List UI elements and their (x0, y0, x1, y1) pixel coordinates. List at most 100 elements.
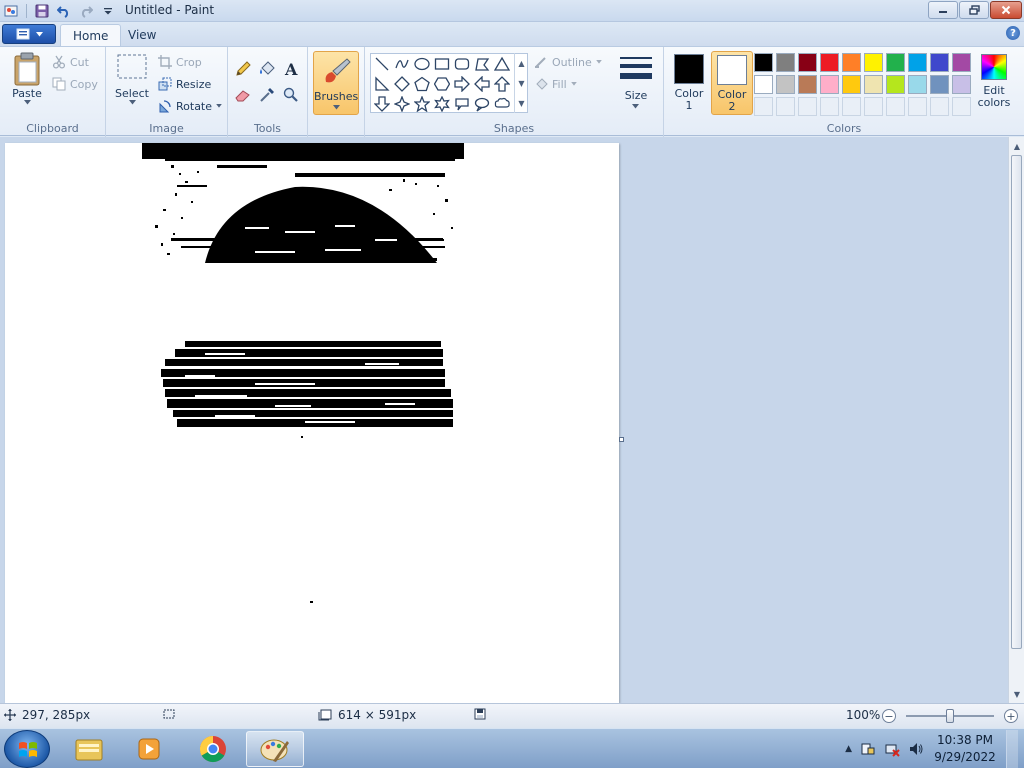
palette-custom-slot[interactable] (820, 97, 839, 116)
palette-custom-slot[interactable] (754, 97, 773, 116)
color1-button[interactable]: Color 1 (668, 51, 710, 115)
brushes-button[interactable]: Brushes (313, 51, 359, 115)
palette-swatch[interactable] (930, 75, 949, 94)
tab-view[interactable]: View (116, 24, 168, 46)
scrollbar-thumb[interactable] (1011, 155, 1022, 649)
palette-swatch[interactable] (864, 53, 883, 72)
palette-swatch[interactable] (820, 75, 839, 94)
palette-swatch[interactable] (798, 75, 817, 94)
diamond-shape[interactable] (392, 74, 412, 94)
shapes-scroll[interactable]: ▲ ▼ ▼ (514, 53, 528, 113)
rounded-callout-shape[interactable] (452, 94, 472, 114)
palette-custom-slot[interactable] (930, 97, 949, 116)
outline-button[interactable]: Outline (534, 53, 602, 71)
six-point-star-shape[interactable] (432, 94, 452, 114)
edit-colors-button[interactable]: Edit colors (976, 51, 1012, 115)
rounded-rectangle-shape[interactable] (452, 54, 472, 74)
taskbar-paint[interactable] (246, 731, 304, 767)
palette-swatch[interactable] (820, 53, 839, 72)
scroll-down-icon[interactable]: ▼ (518, 79, 524, 88)
palette-swatch[interactable] (842, 53, 861, 72)
help-icon[interactable]: ? (1006, 26, 1020, 40)
fill-tool[interactable] (256, 59, 278, 79)
palette-custom-slot[interactable] (952, 97, 971, 116)
down-arrow-shape[interactable] (372, 94, 392, 114)
taskbar-media-player[interactable] (120, 731, 178, 767)
up-arrow-shape[interactable] (492, 74, 512, 94)
copy-button[interactable]: Copy (52, 75, 98, 93)
restore-button[interactable] (959, 1, 989, 19)
rectangle-shape[interactable] (432, 54, 452, 74)
oval-callout-shape[interactable] (472, 94, 492, 114)
scroll-down-arrow-icon[interactable]: ▼ (1009, 686, 1024, 702)
four-point-star-shape[interactable] (392, 94, 412, 114)
curve-shape[interactable] (392, 54, 412, 74)
palette-swatch[interactable] (908, 75, 927, 94)
select-button[interactable]: Select (112, 53, 152, 105)
oval-shape[interactable] (412, 54, 432, 74)
cut-button[interactable]: Cut (52, 53, 89, 71)
palette-swatch[interactable] (798, 53, 817, 72)
crop-button[interactable]: Crop (158, 53, 202, 71)
five-point-star-shape[interactable] (412, 94, 432, 114)
zoom-in-button[interactable]: + (1004, 709, 1018, 723)
text-tool[interactable]: A (280, 59, 302, 79)
palette-swatch[interactable] (952, 53, 971, 72)
pentagon-shape[interactable] (412, 74, 432, 94)
taskbar-clock[interactable]: 10:38 PM 9/29/2022 (932, 732, 998, 766)
expand-gallery-icon[interactable]: ▼ (518, 99, 524, 108)
paint-menu-button[interactable] (2, 24, 56, 44)
redo-icon[interactable] (77, 2, 95, 20)
palette-swatch[interactable] (930, 53, 949, 72)
show-desktop-button[interactable] (1006, 730, 1018, 768)
fill-button[interactable]: Fill (534, 75, 577, 93)
palette-custom-slot[interactable] (908, 97, 927, 116)
eraser-tool[interactable] (232, 85, 254, 105)
action-center-icon[interactable] (860, 741, 876, 757)
zoom-out-button[interactable]: − (882, 709, 896, 723)
palette-swatch[interactable] (842, 75, 861, 94)
palette-swatch[interactable] (754, 53, 773, 72)
palette-swatch[interactable] (908, 53, 927, 72)
resize-button[interactable]: Resize (158, 75, 211, 93)
rotate-button[interactable]: Rotate (158, 97, 222, 115)
palette-swatch[interactable] (754, 75, 773, 94)
color2-button[interactable]: Color 2 (711, 51, 753, 115)
palette-custom-slot[interactable] (864, 97, 883, 116)
pencil-tool[interactable] (232, 59, 254, 79)
taskbar-chrome[interactable] (184, 731, 242, 767)
close-button[interactable] (990, 1, 1022, 19)
palette-custom-slot[interactable] (776, 97, 795, 116)
palette-custom-slot[interactable] (798, 97, 817, 116)
right-triangle-shape[interactable] (372, 74, 392, 94)
paste-button[interactable]: Paste (8, 51, 46, 105)
line-shape[interactable] (372, 54, 392, 74)
palette-swatch[interactable] (864, 75, 883, 94)
show-hidden-icons-icon[interactable]: ▲ (845, 744, 852, 754)
size-button[interactable]: Size (616, 51, 656, 115)
palette-custom-slot[interactable] (842, 97, 861, 116)
scroll-up-icon[interactable]: ▲ (518, 59, 524, 68)
left-arrow-shape[interactable] (472, 74, 492, 94)
palette-swatch[interactable] (952, 75, 971, 94)
palette-swatch[interactable] (886, 53, 905, 72)
right-arrow-shape[interactable] (452, 74, 472, 94)
volume-icon[interactable] (908, 741, 924, 757)
palette-swatch[interactable] (776, 75, 795, 94)
taskbar-explorer[interactable] (60, 731, 118, 767)
paint-app-icon[interactable] (2, 2, 20, 20)
hexagon-shape[interactable] (432, 74, 452, 94)
minimize-button[interactable] (928, 1, 958, 19)
palette-swatch[interactable] (776, 53, 795, 72)
customize-toolbar-dropdown-icon[interactable] (99, 2, 117, 20)
palette-swatch[interactable] (886, 75, 905, 94)
magnifier-tool[interactable] (280, 85, 302, 105)
cloud-callout-shape[interactable] (492, 94, 512, 114)
network-icon[interactable] (884, 741, 900, 757)
vertical-scrollbar[interactable]: ▲ ▼ (1008, 137, 1024, 703)
palette-custom-slot[interactable] (886, 97, 905, 116)
save-icon[interactable] (33, 2, 51, 20)
tab-home[interactable]: Home (60, 24, 122, 46)
scroll-up-arrow-icon[interactable]: ▲ (1009, 138, 1024, 154)
drawing-canvas[interactable] (5, 143, 619, 703)
